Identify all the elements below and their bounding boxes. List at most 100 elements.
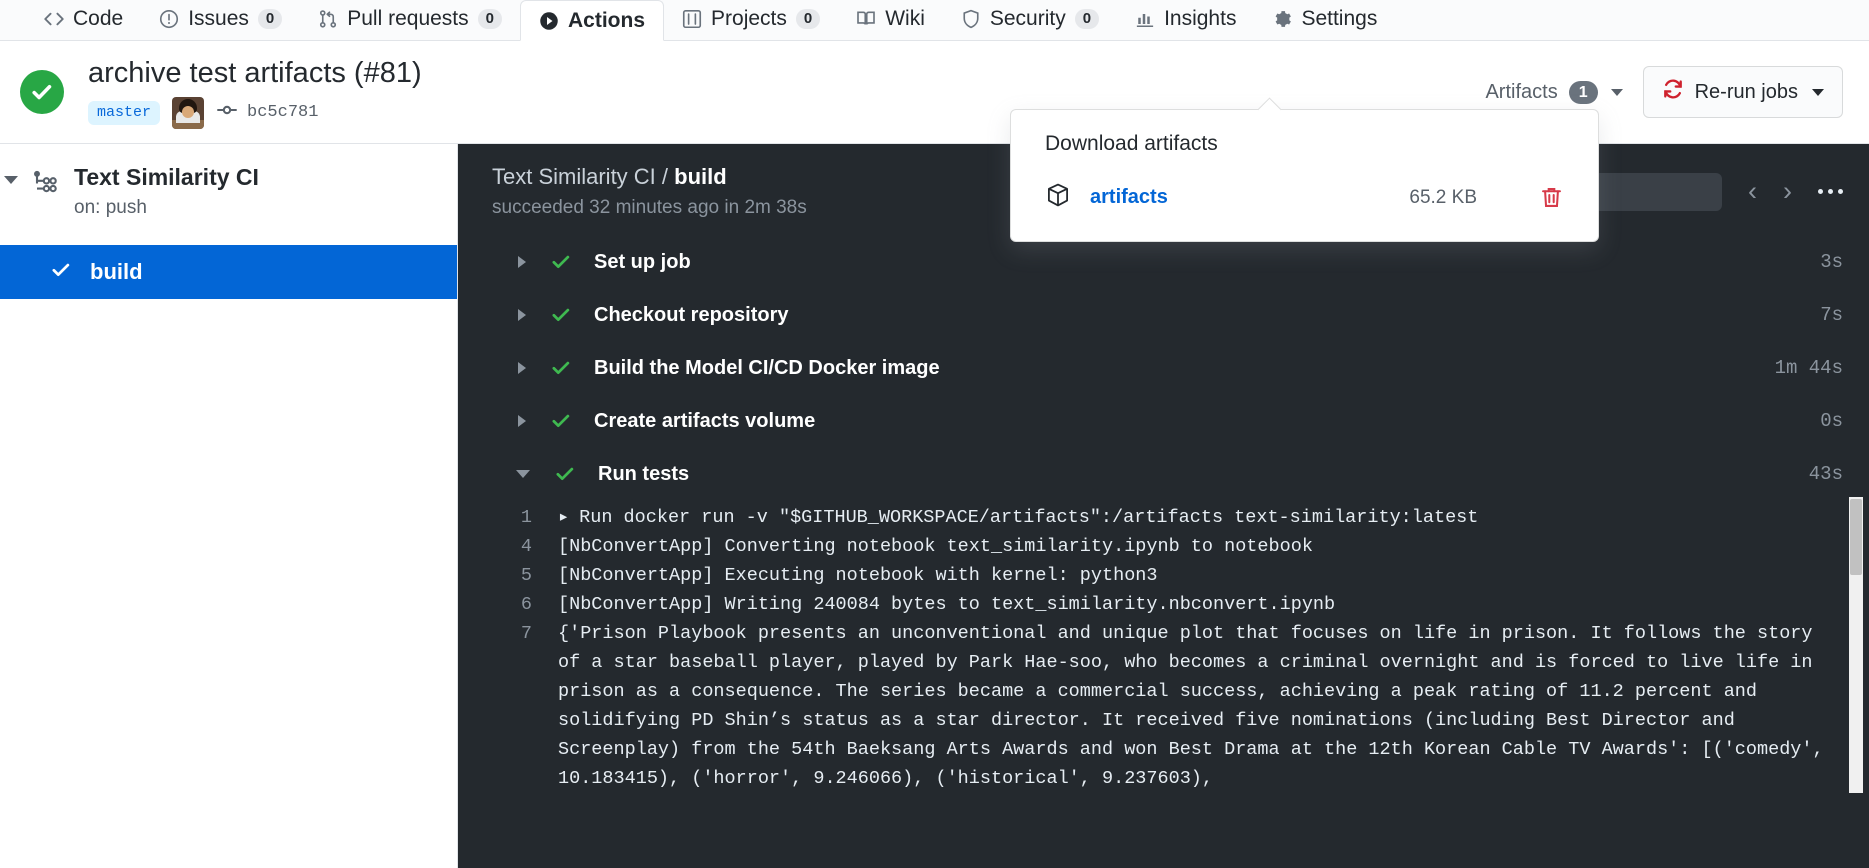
chevron-left-icon[interactable]: ‹ (1748, 178, 1757, 205)
log-scrollbar-thumb[interactable] (1850, 499, 1862, 575)
projects-count: 0 (796, 9, 820, 29)
log-line-number: 1 (492, 503, 558, 532)
pull-requests-count: 0 (478, 9, 502, 29)
nav-tab-label: Code (73, 7, 123, 31)
step-row[interactable]: Build the Model CI/CD Docker image 1m 44… (458, 345, 1869, 391)
artifact-list-item: artifacts 65.2 KB (1045, 182, 1564, 213)
chevron-right-icon[interactable] (518, 309, 526, 321)
code-icon (44, 9, 64, 29)
steps-list: Set up job 3s Checkout repository 7s Bui… (458, 239, 1869, 868)
step-name: Run tests (598, 463, 689, 486)
nav-tab-pull-requests[interactable]: Pull requests 0 (300, 0, 520, 40)
step-name: Set up job (594, 251, 691, 274)
log-output: 1 ▸ Run docker run -v "$GITHUB_WORKSPACE… (458, 497, 1869, 793)
log-line: 1 ▸ Run docker run -v "$GITHUB_WORKSPACE… (492, 503, 1869, 532)
breadcrumb: Text Similarity CI / build (492, 164, 807, 190)
issue-opened-icon (159, 9, 179, 29)
trash-icon[interactable] (1539, 185, 1564, 210)
chevron-down-icon[interactable] (4, 176, 18, 184)
sync-icon (1662, 78, 1684, 106)
chevron-down-icon (1812, 89, 1824, 96)
check-icon (550, 357, 572, 379)
commit-sha: bc5c781 (247, 103, 318, 122)
nav-tab-label: Security (990, 7, 1066, 31)
artifact-size: 65.2 KB (1409, 187, 1477, 209)
run-status-badge (20, 70, 64, 114)
workflow-text: Text Similarity CI on: push (74, 162, 259, 219)
spacer (458, 338, 1869, 345)
step-row[interactable]: Create artifacts volume 0s (458, 398, 1869, 444)
avatar[interactable] (172, 97, 204, 129)
chevron-down-icon (1611, 89, 1623, 96)
chevron-right-icon[interactable] (518, 362, 526, 374)
step-duration: 1m 44s (1775, 357, 1843, 379)
step-duration: 7s (1820, 304, 1843, 326)
rerun-jobs-button[interactable]: Re-run jobs (1643, 66, 1843, 118)
rerun-jobs-label: Re-run jobs (1695, 81, 1798, 104)
branch-badge[interactable]: master (88, 101, 160, 125)
log-line-number: 5 (492, 561, 558, 590)
nav-tab-label: Wiki (885, 7, 925, 31)
step-duration: 3s (1820, 251, 1843, 273)
kebab-horizontal-icon[interactable] (1818, 189, 1843, 194)
step-name: Checkout repository (594, 304, 788, 327)
breadcrumb-job: build (674, 164, 727, 189)
nav-tab-label: Issues (188, 7, 249, 31)
job-log-panel: Text Similarity CI / build succeeded 32 … (458, 144, 1869, 868)
log-line-text: [NbConvertApp] Converting notebook text_… (558, 532, 1869, 561)
log-line: 4 [NbConvertApp] Converting notebook tex… (492, 532, 1869, 561)
breadcrumb-separator: / (656, 164, 674, 189)
step-duration: 0s (1820, 410, 1843, 432)
nav-tab-code[interactable]: Code (26, 0, 141, 40)
check-icon (550, 410, 572, 432)
nav-tab-label: Pull requests (347, 7, 468, 31)
jobs-sidebar: Text Similarity CI on: push build (0, 144, 458, 868)
job-header-controls: ‹ › (1559, 173, 1843, 211)
step-row[interactable]: Set up job 3s (458, 239, 1869, 285)
log-output-wrapper: 1 ▸ Run docker run -v "$GITHUB_WORKSPACE… (458, 497, 1869, 793)
step-row-expanded[interactable]: Run tests 43s (458, 451, 1869, 497)
job-header-text: Text Similarity CI / build succeeded 32 … (492, 164, 807, 219)
play-icon (539, 11, 559, 31)
book-icon (856, 9, 876, 29)
log-line-text: [NbConvertApp] Writing 240084 bytes to t… (558, 590, 1869, 619)
spacer (458, 391, 1869, 398)
commit-link[interactable]: bc5c781 (216, 99, 318, 126)
sidebar-job-label: build (90, 259, 143, 285)
sidebar-item-build[interactable]: build (0, 245, 457, 299)
workflow-trigger: on: push (74, 197, 259, 219)
chevron-right-icon[interactable]: ▸ (558, 503, 569, 532)
download-artifacts-panel: Download artifacts artifacts 65.2 KB (1010, 109, 1599, 242)
nav-tab-issues[interactable]: Issues 0 (141, 0, 300, 40)
step-row[interactable]: Checkout repository 7s (458, 292, 1869, 338)
check-icon (550, 304, 572, 326)
log-line-number: 4 (492, 532, 558, 561)
security-count: 0 (1075, 9, 1099, 29)
artifacts-dropdown-button[interactable]: Artifacts 1 (1485, 81, 1622, 104)
nav-tab-projects[interactable]: Projects 0 (664, 0, 838, 40)
nav-tab-insights[interactable]: Insights (1117, 0, 1254, 40)
nav-tab-label: Actions (568, 9, 645, 33)
nav-tab-security[interactable]: Security 0 (943, 0, 1117, 40)
check-icon (554, 463, 576, 485)
spacer (458, 285, 1869, 292)
artifacts-label: Artifacts (1485, 81, 1557, 104)
artifact-download-link[interactable]: artifacts (1090, 186, 1168, 209)
chevron-right-icon[interactable]: › (1783, 178, 1792, 205)
workflow-summary-row[interactable]: Text Similarity CI on: push (0, 162, 457, 219)
chevron-right-icon[interactable] (518, 415, 526, 427)
chevron-down-icon[interactable] (516, 470, 530, 478)
artifacts-count-badge: 1 (1569, 81, 1598, 104)
issues-count: 0 (258, 9, 282, 29)
log-line-number: 6 (492, 590, 558, 619)
nav-tab-actions[interactable]: Actions (520, 0, 664, 41)
log-scrollbar[interactable] (1849, 497, 1863, 793)
nav-tab-label: Projects (711, 7, 787, 31)
chevron-right-icon[interactable] (518, 256, 526, 268)
workflow-icon (30, 170, 58, 203)
run-submeta: master bc5c781 (88, 97, 422, 129)
nav-tab-wiki[interactable]: Wiki (838, 0, 943, 40)
workflow-name: Text Similarity CI (74, 164, 259, 190)
nav-tab-settings[interactable]: Settings (1254, 0, 1395, 40)
breadcrumb-workflow[interactable]: Text Similarity CI (492, 164, 656, 189)
